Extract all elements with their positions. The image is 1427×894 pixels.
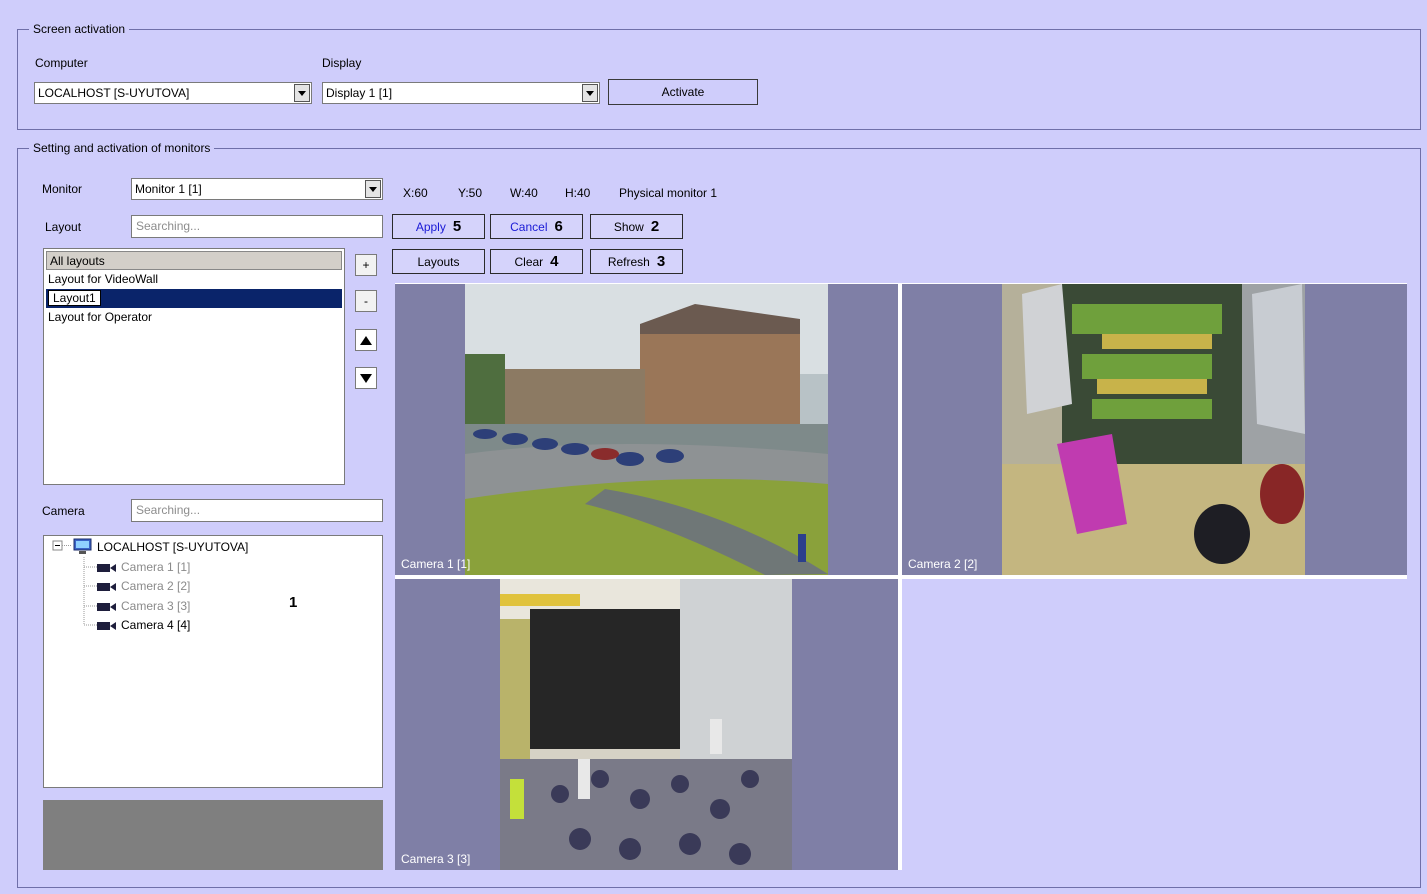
cancel-button[interactable]: Cancel 6 [490,214,583,239]
camera-icon [97,563,117,572]
screen-activation-title: Screen activation [29,22,130,36]
tree-camera-label: Camera 1 [1] [121,560,191,574]
coord-h: H:40 [565,186,591,200]
cancel-annotation: 6 [554,218,563,235]
coord-w: W:40 [510,186,538,200]
computer-icon [73,538,92,554]
apply-button[interactable]: Apply 5 [392,214,485,239]
apply-button-label: Apply [415,219,446,234]
clear-button-label: Clear [514,254,544,269]
layout-list[interactable]: All layouts Layout for VideoWall Layout1… [43,248,345,485]
display-select[interactable]: Display 1 [1] [322,82,600,104]
add-layout-button[interactable]: + [355,254,377,276]
chevron-down-icon[interactable] [365,180,381,198]
clear-annotation: 4 [550,253,559,270]
tree-camera-label: Camera 4 [4] [121,618,191,632]
tree-camera-3[interactable]: Camera 3 [3] [97,599,190,613]
activate-button[interactable]: Activate [608,79,758,105]
list-item[interactable]: Layout for VideoWall [44,270,344,289]
camera-icon [97,582,117,591]
grid-cell-caption: Camera 3 [3] [401,852,471,866]
camera-3-video [500,579,792,870]
tree-camera-label: Camera 2 [2] [121,579,191,593]
camera-icon [97,621,117,630]
show-annotation: 2 [650,218,660,235]
annotation-1: 1 [289,594,298,611]
tree-camera-4[interactable]: Camera 4 [4] [97,618,190,632]
grid-cell-camera-3[interactable]: Camera 3 [3] [395,579,898,870]
display-label: Display [322,56,362,70]
grid-cell-camera-1[interactable]: Camera 1 [1] [395,284,898,575]
activate-button-label: Activate [661,85,705,99]
grid-cell-camera-2[interactable]: Camera 2 [2] [902,284,1407,575]
chevron-down-icon[interactable] [294,84,310,102]
monitors-title: Setting and activation of monitors [29,141,215,155]
tree-root[interactable]: LOCALHOST [S-UYUTOVA] [73,538,248,555]
camera-label: Camera [42,504,85,518]
layout-label: Layout [45,220,82,234]
tree-root-label: LOCALHOST [S-UYUTOVA] [97,539,249,554]
preview-area [43,800,383,870]
cancel-button-label: Cancel [510,219,548,234]
monitor-select[interactable]: Monitor 1 [1] [131,178,383,200]
display-select-value: Display 1 [1] [326,86,393,100]
layouts-button[interactable]: Layouts [392,249,485,274]
monitor-label: Monitor [42,182,83,196]
coord-y: Y:50 [458,186,483,200]
chevron-down-icon[interactable] [582,84,598,102]
layout-search-input[interactable]: Searching... [131,215,383,238]
computer-select-value: LOCALHOST [S-UYUTOVA] [38,86,190,100]
tree-camera-label: Camera 3 [3] [121,599,191,613]
camera-search-input[interactable]: Searching... [131,499,383,522]
move-down-button[interactable] [355,367,377,389]
coord-x: X:60 [403,186,428,200]
list-item[interactable]: Layout for Operator [44,308,344,327]
tree-camera-2[interactable]: Camera 2 [2] [97,579,190,593]
show-button-label: Show [613,219,644,234]
grid-cell-caption: Camera 2 [2] [908,557,978,571]
refresh-annotation: 3 [656,253,666,270]
list-item-selected[interactable]: Layout1 [46,289,342,308]
camera-2-video [1002,284,1305,575]
refresh-button[interactable]: Refresh 3 [590,249,683,274]
list-item[interactable]: All layouts [46,251,342,270]
layouts-button-label: Layouts [417,254,460,269]
physical-monitor: Physical monitor 1 [619,186,718,200]
arrow-down-icon [360,373,372,383]
show-button[interactable]: Show 2 [590,214,683,239]
computer-label: Computer [35,56,88,70]
move-up-button[interactable] [355,329,377,351]
grid-cell-caption: Camera 1 [1] [401,557,471,571]
arrow-up-icon [360,335,372,345]
camera-1-video [465,284,828,575]
grid-cell-empty[interactable] [902,579,1407,870]
computer-select[interactable]: LOCALHOST [S-UYUTOVA] [34,82,312,104]
camera-icon [97,602,117,611]
list-item-selected-label: Layout1 [48,290,101,306]
apply-annotation: 5 [452,218,462,235]
monitor-select-value: Monitor 1 [1] [135,182,202,196]
tree-camera-1[interactable]: Camera 1 [1] [97,560,190,574]
refresh-button-label: Refresh [607,254,650,269]
remove-layout-button[interactable]: - [355,290,377,312]
clear-button[interactable]: Clear 4 [490,249,583,274]
